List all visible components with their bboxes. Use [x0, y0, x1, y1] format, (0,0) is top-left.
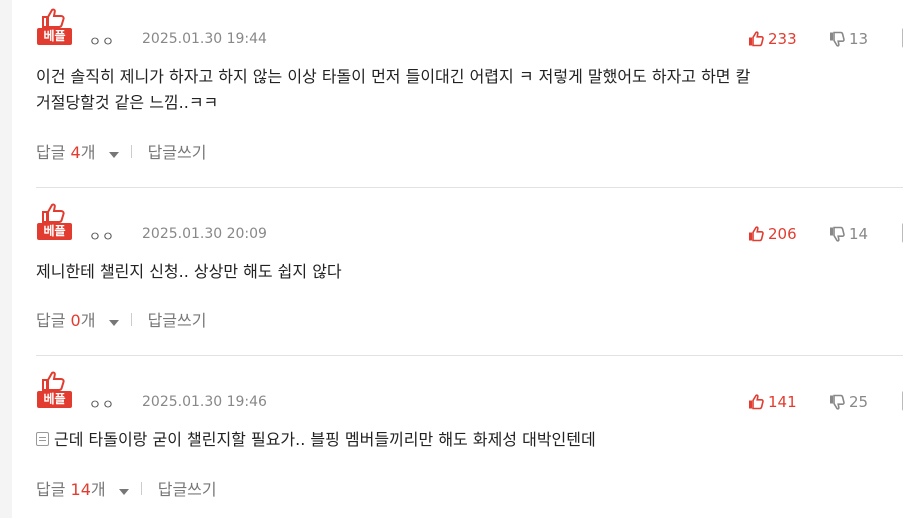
comment-item: 베플 ㅇㅇ 2025.01.30 19:46 141 25 근데 타돌이랑 굳이… [36, 371, 903, 511]
comment-footer: 답글 4개 답글쓰기 [36, 139, 206, 163]
dislike-count: 14 [849, 225, 869, 243]
best-label: 베플 [37, 391, 72, 408]
like-button[interactable]: 233 [748, 30, 797, 48]
like-count: 233 [768, 30, 797, 48]
reply-unit: 개 [80, 143, 96, 162]
thumbs-up-icon [42, 8, 65, 28]
dislike-button[interactable]: 25 [829, 393, 868, 411]
comment-text-line: 거절당할것 같은 느낌..ㅋㅋ [36, 93, 219, 112]
comment-text-line: 제니한테 챌린지 신청.. 상상만 해도 쉽지 않다 [36, 262, 342, 281]
comment-date: 2025.01.30 20:09 [142, 226, 267, 242]
write-reply-link[interactable]: 답글쓰기 [148, 139, 207, 163]
separator [130, 144, 132, 158]
thumbs-down-icon [830, 31, 845, 47]
reply-toggle[interactable]: 답글 0개 [36, 307, 119, 331]
chevron-down-icon [108, 320, 119, 326]
comment-footer: 답글 0개 답글쓰기 [36, 307, 206, 331]
separator [130, 312, 132, 326]
best-label: 베플 [37, 28, 72, 45]
reply-label: 답글 [36, 311, 66, 330]
thumbs-up-icon [42, 371, 65, 391]
comment-body: 근데 타돌이랑 굳이 챌린지할 필요가.. 블핑 멤버들끼리만 해도 화제성 대… [36, 427, 903, 453]
nickname[interactable]: ㅇㅇ [89, 394, 115, 413]
thumbs-up-icon [749, 394, 764, 410]
thumbs-up-icon [749, 226, 764, 242]
thumbs-down-icon [830, 226, 845, 242]
reply-count: 0 [70, 311, 81, 330]
chevron-down-icon [108, 152, 119, 158]
like-count: 141 [768, 393, 797, 411]
separator [140, 481, 142, 495]
comment-text-line: 근데 타돌이랑 굳이 챌린지할 필요가.. 블핑 멤버들끼리만 해도 화제성 대… [36, 427, 903, 453]
best-label: 베플 [37, 223, 72, 240]
comment-list: 베플 ㅇㅇ 2025.01.30 19:44 233 13 이건 솔직히 제니가… [12, 0, 903, 518]
dislike-button[interactable]: 13 [829, 30, 868, 48]
memo-icon [36, 432, 49, 446]
reply-label: 답글 [36, 143, 66, 162]
dislike-count: 13 [849, 30, 869, 48]
reply-toggle[interactable]: 답글 14개 [36, 476, 129, 500]
reply-label: 답글 [36, 480, 66, 499]
divider [36, 187, 903, 188]
like-button[interactable]: 206 [748, 225, 797, 243]
write-reply-link[interactable]: 답글쓰기 [148, 307, 207, 331]
comment-body: 제니한테 챌린지 신청.. 상상만 해도 쉽지 않다 [36, 259, 903, 285]
best-comment-badge: 베플 [36, 8, 75, 45]
reply-count: 4 [70, 143, 81, 162]
comment-item: 베플 ㅇㅇ 2025.01.30 19:44 233 13 이건 솔직히 제니가… [36, 8, 903, 178]
like-button[interactable]: 141 [748, 393, 797, 411]
thumbs-down-icon [830, 394, 845, 410]
divider [36, 355, 903, 356]
comment-date: 2025.01.30 19:46 [142, 394, 267, 410]
nickname[interactable]: ㅇㅇ [89, 31, 115, 50]
dislike-button[interactable]: 14 [829, 225, 868, 243]
reply-unit: 개 [80, 311, 96, 330]
best-comment-badge: 베플 [36, 371, 75, 408]
chevron-down-icon [118, 489, 129, 495]
comment-text-line: 이건 솔직히 제니가 하자고 하지 않는 이상 타돌이 먼저 들이대긴 어렵지 … [36, 67, 751, 86]
nickname[interactable]: ㅇㅇ [89, 226, 115, 245]
best-comment-badge: 베플 [36, 203, 75, 240]
comment-footer: 답글 14개 답글쓰기 [36, 476, 217, 500]
comment-body: 이건 솔직히 제니가 하자고 하지 않는 이상 타돌이 먼저 들이대긴 어렵지 … [36, 64, 903, 116]
reply-count: 14 [70, 480, 91, 499]
write-reply-link[interactable]: 답글쓰기 [158, 476, 217, 500]
thumbs-up-icon [749, 31, 764, 47]
reply-toggle[interactable]: 답글 4개 [36, 139, 119, 163]
like-count: 206 [768, 225, 797, 243]
reply-unit: 개 [90, 480, 106, 499]
comment-text: 근데 타돌이랑 굳이 챌린지할 필요가.. 블핑 멤버들끼리만 해도 화제성 대… [54, 430, 596, 449]
comment-date: 2025.01.30 19:44 [142, 31, 267, 47]
comment-item: 베플 ㅇㅇ 2025.01.30 20:09 206 14 제니한테 챌린지 신… [36, 203, 903, 343]
dislike-count: 25 [849, 393, 869, 411]
thumbs-up-icon [42, 203, 65, 223]
